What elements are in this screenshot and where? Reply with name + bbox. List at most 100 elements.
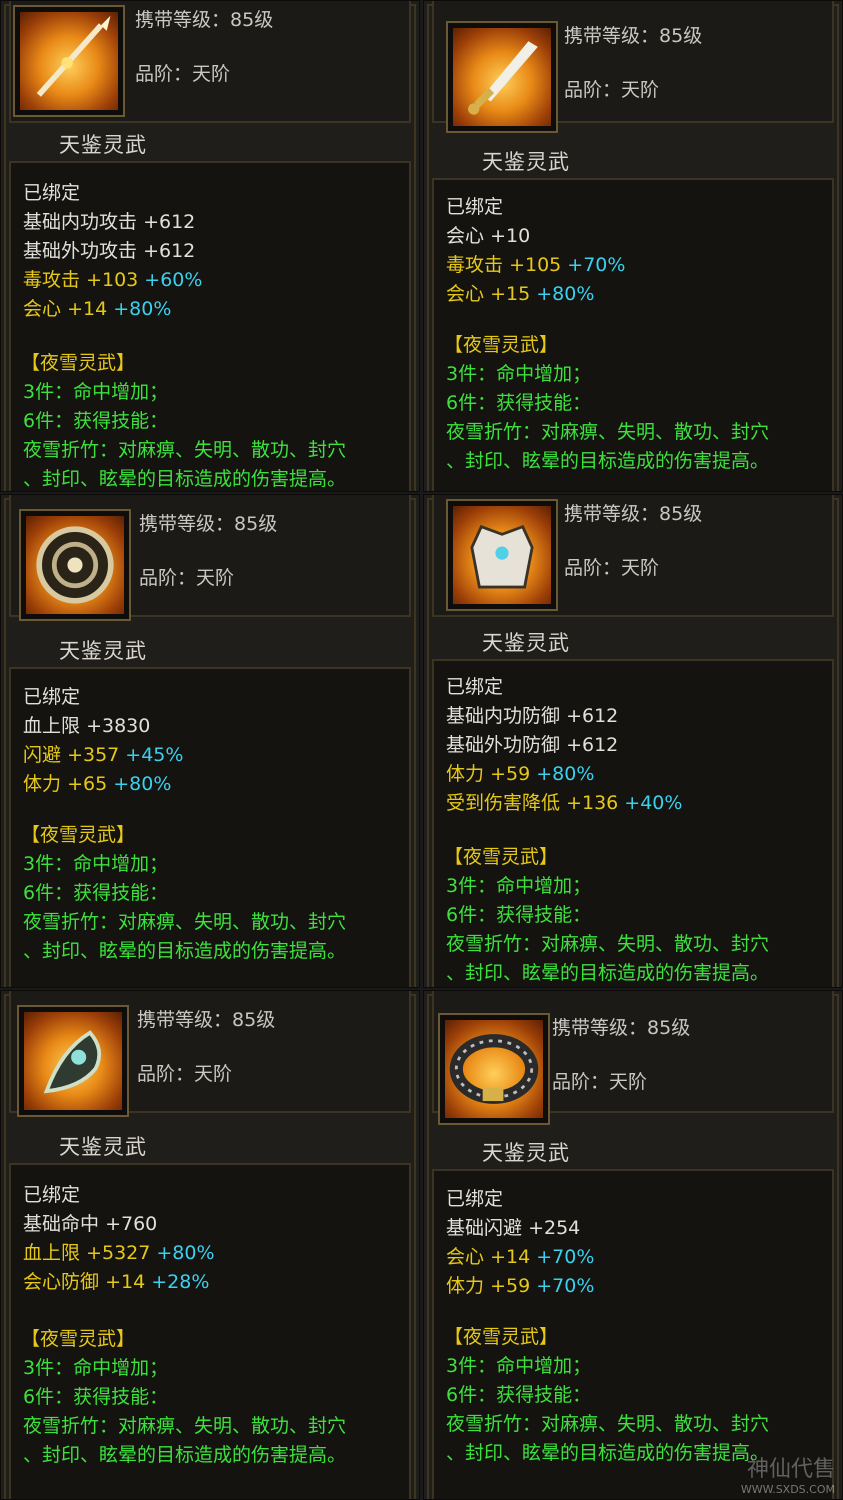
stat-percent: +70% xyxy=(567,254,626,276)
stat-row: 会心 +14 +80% xyxy=(23,297,171,321)
stat-name: 基础外功攻击 xyxy=(23,240,138,262)
carry-level-value: 85级 xyxy=(232,1009,276,1031)
set-skill-desc-1: 夜雪折竹：对麻痹、失明、散功、封穴 xyxy=(23,911,347,933)
stat-value: +10 xyxy=(490,225,531,247)
stat-row: 会心 +14 +70% xyxy=(446,1245,594,1269)
bound-status: 已绑定 xyxy=(446,1188,504,1210)
stat-name: 基础命中 xyxy=(23,1213,100,1235)
stat-row: 基础闪避 +254 xyxy=(446,1216,580,1240)
stat-name: 基础内功攻击 xyxy=(23,211,138,233)
item-name: 天鉴灵武 xyxy=(59,1135,147,1159)
stat-name: 毒攻击 xyxy=(446,254,504,276)
stat-name: 会心 xyxy=(446,1246,485,1268)
stat-row: 血上限 +3830 xyxy=(23,714,150,738)
stat-value: +59 xyxy=(490,1275,531,1297)
stat-name: 会心 xyxy=(446,225,485,247)
item-tier-label: 品阶： xyxy=(135,63,193,85)
item-tooltip: 携带等级：85级 品阶：天阶 天鉴灵武 已绑定 血上限 +3830 闪避 +357 +45… xyxy=(0,494,420,988)
stat-percent: +45% xyxy=(125,744,184,766)
stat-value: +105 xyxy=(509,254,562,276)
set-bonus-3: 3件：命中增加； xyxy=(23,381,169,403)
set-name: 【夜雪灵武】 xyxy=(444,334,559,356)
carry-level-label: 携带等级： xyxy=(137,1009,233,1031)
carry-level-value: 85级 xyxy=(659,25,703,47)
item-tier-label: 品阶： xyxy=(137,1063,195,1085)
set-skill-desc-2: 、封印、眩晕的目标造成的伤害提高。 xyxy=(446,450,770,472)
item-tier-value: 天阶 xyxy=(192,63,231,85)
item-icon-frame[interactable] xyxy=(13,5,125,117)
set-bonus-3: 3件：命中增加； xyxy=(23,1357,169,1379)
stat-value: +612 xyxy=(143,240,196,262)
stat-row: 受到伤害降低 +136 +40% xyxy=(446,791,682,815)
stat-value: +14 xyxy=(490,1246,531,1268)
set-bonus-6: 6件：获得技能： xyxy=(23,1386,169,1408)
item-icon-frame[interactable] xyxy=(19,509,131,621)
stat-percent: +80% xyxy=(113,773,172,795)
stat-name: 会心防御 xyxy=(23,1271,100,1293)
bound-status: 已绑定 xyxy=(446,676,504,698)
item-tier: 品阶：天阶 xyxy=(139,563,234,590)
stat-name: 基础外功防御 xyxy=(446,734,561,756)
stat-value: +357 xyxy=(67,744,120,766)
carry-level-label: 携带等级： xyxy=(135,9,231,31)
set-name: 【夜雪灵武】 xyxy=(444,1326,559,1348)
carry-level: 携带等级：85级 xyxy=(552,1013,690,1040)
set-bonus-6: 6件：获得技能： xyxy=(23,882,169,904)
carry-level-label: 携带等级： xyxy=(139,513,235,535)
watermark-brand: 神仙代售 xyxy=(746,1457,835,1482)
stat-value: +59 xyxy=(490,763,531,785)
stat-value: +612 xyxy=(566,705,619,727)
item-name: 天鉴灵武 xyxy=(482,631,570,655)
stat-row: 会心 +10 xyxy=(446,224,530,248)
carry-level-value: 85级 xyxy=(234,513,278,535)
item-name: 天鉴灵武 xyxy=(482,1141,570,1165)
item-tier: 品阶：天阶 xyxy=(135,59,230,86)
item-icon-frame[interactable] xyxy=(446,21,558,133)
set-skill-desc-1: 夜雪折竹：对麻痹、失明、散功、封穴 xyxy=(446,933,770,955)
item-icon-frame[interactable] xyxy=(17,1005,129,1117)
stat-percent: +80% xyxy=(536,763,595,785)
set-name: 【夜雪灵武】 xyxy=(21,824,136,846)
item-tier-value: 天阶 xyxy=(196,567,235,589)
watermark-url: WWW.SXDS.COM xyxy=(740,1483,835,1496)
stat-row: 体力 +59 +80% xyxy=(446,762,594,786)
item-icon-frame[interactable] xyxy=(446,499,558,611)
stat-percent: +40% xyxy=(624,792,683,814)
stat-percent: +80% xyxy=(156,1242,215,1264)
stat-value: +612 xyxy=(566,734,619,756)
set-skill-desc-2: 、封印、眩晕的目标造成的伤害提高。 xyxy=(23,1444,347,1466)
set-name: 【夜雪灵武】 xyxy=(21,1328,136,1350)
item-tooltip: 携带等级：85级 品阶：天阶 天鉴灵武 已绑定 基础命中 +760 血上限 +5327 +… xyxy=(0,990,420,1500)
stat-name: 血上限 xyxy=(23,1242,81,1264)
set-bonus-3: 3件：命中增加； xyxy=(446,875,592,897)
set-skill-desc-2: 、封印、眩晕的目标造成的伤害提高。 xyxy=(446,1442,770,1464)
stat-value: +760 xyxy=(105,1213,158,1235)
item-tier: 品阶：天阶 xyxy=(564,553,659,580)
stat-value: +14 xyxy=(67,298,108,320)
item-tier: 品阶：天阶 xyxy=(552,1067,647,1094)
carry-level: 携带等级：85级 xyxy=(139,509,277,536)
stat-row: 体力 +59 +70% xyxy=(446,1274,594,1298)
stat-name: 会心 xyxy=(23,298,62,320)
carry-level: 携带等级：85级 xyxy=(137,1005,275,1032)
item-tooltip: 携带等级：85级 品阶：天阶 天鉴灵武 已绑定 基础内功攻击 +612 基础外功攻击 +6… xyxy=(0,0,420,492)
carry-level-label: 携带等级： xyxy=(552,1017,648,1039)
stat-name: 基础内功防御 xyxy=(446,705,561,727)
bound-status: 已绑定 xyxy=(23,182,81,204)
watermark: 神仙代售 WWW.SXDS.COM xyxy=(741,1451,835,1496)
item-tier: 品阶：天阶 xyxy=(564,75,659,102)
stat-value: +14 xyxy=(105,1271,146,1293)
stat-percent: +70% xyxy=(536,1275,595,1297)
stat-row: 会心 +15 +80% xyxy=(446,282,594,306)
dagger-icon xyxy=(453,28,551,126)
item-tier-value: 天阶 xyxy=(609,1071,648,1093)
set-bonus-6: 6件：获得技能： xyxy=(446,1384,592,1406)
stat-row: 毒攻击 +105 +70% xyxy=(446,253,625,277)
stat-name: 毒攻击 xyxy=(23,269,81,291)
item-icon-frame[interactable] xyxy=(438,1013,550,1125)
stat-percent: +80% xyxy=(113,298,172,320)
stat-value: +5327 xyxy=(86,1242,151,1264)
item-tier-label: 品阶： xyxy=(564,557,622,579)
item-tooltip: 携带等级：85级 品阶：天阶 天鉴灵武 已绑定 基础内功防御 +612 基础外功防御 +6… xyxy=(423,494,843,988)
stat-name: 体力 xyxy=(446,763,485,785)
